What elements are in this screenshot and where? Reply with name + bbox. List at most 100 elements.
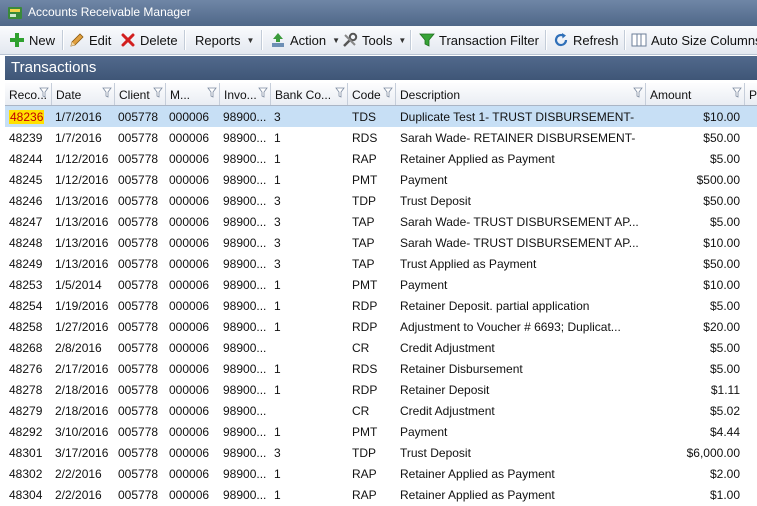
col-bank-code-cell: 3 [274, 236, 346, 250]
table-row[interactable]: 48244 1/12/2016 005778 000006 98900... 1 RAP Re… [5, 148, 757, 169]
cell-value: 005778 [118, 446, 159, 460]
cell-value: 1/19/2016 [55, 299, 109, 313]
column-filter-icon[interactable] [102, 87, 112, 98]
column-filter-icon[interactable] [335, 87, 345, 98]
column-header-label: Date [56, 88, 82, 102]
cell-value: 98900... [223, 425, 267, 439]
filter-icon [419, 33, 435, 47]
column-filter-icon[interactable] [39, 87, 49, 98]
col-amount-cell: $50.00 [646, 257, 740, 271]
column-filter-icon[interactable] [633, 87, 643, 98]
cell-value: Sarah Wade- TRUST DISBURSEMENT AP... [400, 236, 639, 250]
refresh-icon [554, 33, 568, 47]
col-code-header[interactable]: Code [348, 83, 396, 105]
col-description-cell: Retainer Deposit. partial application [400, 299, 644, 313]
cell-value: 005778 [118, 215, 159, 229]
cell-value: 48246 [9, 194, 43, 208]
col-invoice-cell: 98900... [223, 446, 269, 460]
tools-menu[interactable]: Tools ▼ [342, 29, 406, 51]
col-amount-cell: $5.02 [646, 404, 740, 418]
table-row[interactable]: 48253 1/5/2014 005778 000006 98900... 1 PMT Pay… [5, 274, 757, 295]
table-row[interactable]: 48247 1/13/2016 005778 000006 98900... 3 TAP Sa… [5, 211, 757, 232]
table-row[interactable]: 48276 2/17/2016 005778 000006 98900... 1 RDS Re… [5, 358, 757, 379]
col-record-cell: 48301 [9, 446, 50, 460]
chevron-down-icon: ▼ [332, 35, 341, 45]
cell-value: $50.00 [703, 131, 740, 145]
column-filter-icon[interactable] [383, 87, 393, 98]
table-row[interactable]: 48279 2/18/2016 005778 000006 98900... CR Cred… [5, 400, 757, 421]
col-date-cell: 3/10/2016 [55, 425, 113, 439]
cell-value: $5.00 [709, 362, 740, 376]
delete-button[interactable]: Delete [120, 29, 178, 51]
col-record-header[interactable]: Reco... [5, 83, 52, 105]
cell-value: 005778 [118, 383, 159, 397]
table-row[interactable]: 48248 1/13/2016 005778 000006 98900... 3 TAP Sa… [5, 232, 757, 253]
cell-value: 48249 [9, 257, 43, 271]
col-record-cell: 48268 [9, 341, 50, 355]
table-row[interactable]: 48249 1/13/2016 005778 000006 98900... 3 TAP Tr… [5, 253, 757, 274]
cell-value: 000006 [169, 257, 210, 271]
col-amount-cell: $5.00 [646, 215, 740, 229]
cell-value: $4.44 [709, 425, 740, 439]
table-row[interactable]: 48278 2/18/2016 005778 000006 98900... 1 RDP Re… [5, 379, 757, 400]
cell-value: 005778 [118, 152, 159, 166]
col-invoice-header[interactable]: Invo... [220, 83, 271, 105]
col-client-header[interactable]: Client [115, 83, 166, 105]
auto-size-columns-button[interactable]: Auto Size Columns [631, 29, 757, 51]
column-filter-icon[interactable] [153, 87, 163, 98]
cell-value: 000006 [169, 383, 210, 397]
cell-value: 1/7/2016 [55, 131, 102, 145]
table-row[interactable]: 48254 1/19/2016 005778 000006 98900... 1 RDP Re… [5, 295, 757, 316]
column-filter-icon[interactable] [258, 87, 268, 98]
refresh-button[interactable]: Refresh [553, 29, 619, 51]
table-row[interactable]: 48246 1/13/2016 005778 000006 98900... 3 TDP Tr… [5, 190, 757, 211]
table-row[interactable]: 48304 2/2/2016 005778 000006 98900... 1 RAP Ret… [5, 484, 757, 505]
cell-value: 3 [274, 446, 281, 460]
col-record-cell: 48302 [9, 467, 50, 481]
column-filter-icon[interactable] [207, 87, 217, 98]
col-description-cell: Sarah Wade- TRUST DISBURSEMENT AP... [400, 236, 644, 250]
cell-value: PMT [352, 425, 378, 439]
table-row[interactable]: 48236 1/7/2016 005778 000006 98900... 3 TDS Dup… [5, 106, 757, 127]
table-row[interactable]: 48302 2/2/2016 005778 000006 98900... 1 RAP Ret… [5, 463, 757, 484]
table-row[interactable]: 48258 1/27/2016 005778 000006 98900... 1 RDP Ad… [5, 316, 757, 337]
table-row[interactable]: 48245 1/12/2016 005778 000006 98900... 1 PMT Pa… [5, 169, 757, 190]
column-filter-icon[interactable] [732, 87, 742, 98]
new-button[interactable]: New [9, 29, 55, 51]
col-matter-cell: 000006 [169, 299, 218, 313]
col-description-header[interactable]: Description [396, 83, 646, 105]
col-description-cell: Payment [400, 173, 644, 187]
transactions-header: Transactions [5, 56, 757, 80]
col-bank-code-cell: 3 [274, 110, 346, 124]
cell-value: 005778 [118, 341, 159, 355]
col-bank-code-cell: 1 [274, 299, 346, 313]
transaction-filter-button[interactable]: Transaction Filter [419, 29, 539, 51]
col-date-header[interactable]: Date [52, 83, 115, 105]
col-matter-header[interactable]: M... [166, 83, 220, 105]
cell-value: RDS [352, 131, 378, 145]
table-row[interactable]: 48268 2/8/2016 005778 000006 98900... CR Credi… [5, 337, 757, 358]
cell-value: Retainer Deposit [400, 383, 490, 397]
table-row[interactable]: 48239 1/7/2016 005778 000006 98900... 1 RDS Sar… [5, 127, 757, 148]
col-bank-code-header[interactable]: Bank Co... [271, 83, 348, 105]
cell-value: 000006 [169, 446, 210, 460]
cell-value: 48302 [9, 467, 43, 481]
action-menu[interactable]: Action ▼ [270, 29, 340, 51]
col-record-cell: 48278 [9, 383, 50, 397]
cell-value: $5.00 [709, 341, 740, 355]
col-date-cell: 1/12/2016 [55, 173, 113, 187]
edit-button[interactable]: Edit [69, 29, 111, 51]
table-row[interactable]: 48292 3/10/2016 005778 000006 98900... 1 PMT Pa… [5, 421, 757, 442]
col-p-header[interactable]: P [745, 83, 757, 105]
reports-menu[interactable]: Reports ▼ [195, 29, 254, 51]
delete-label: Delete [140, 32, 178, 48]
cell-value: 000006 [169, 173, 210, 187]
col-description-cell: Retainer Disbursement [400, 362, 644, 376]
table-row[interactable]: 48301 3/17/2016 005778 000006 98900... 3 TDP Tr… [5, 442, 757, 463]
col-description-cell: Payment [400, 278, 644, 292]
col-amount-header[interactable]: Amount [646, 83, 745, 105]
col-code-cell: RAP [352, 467, 394, 481]
col-record-cell: 48247 [9, 215, 50, 229]
col-code-cell: RDP [352, 299, 394, 313]
col-client-cell: 005778 [118, 152, 164, 166]
